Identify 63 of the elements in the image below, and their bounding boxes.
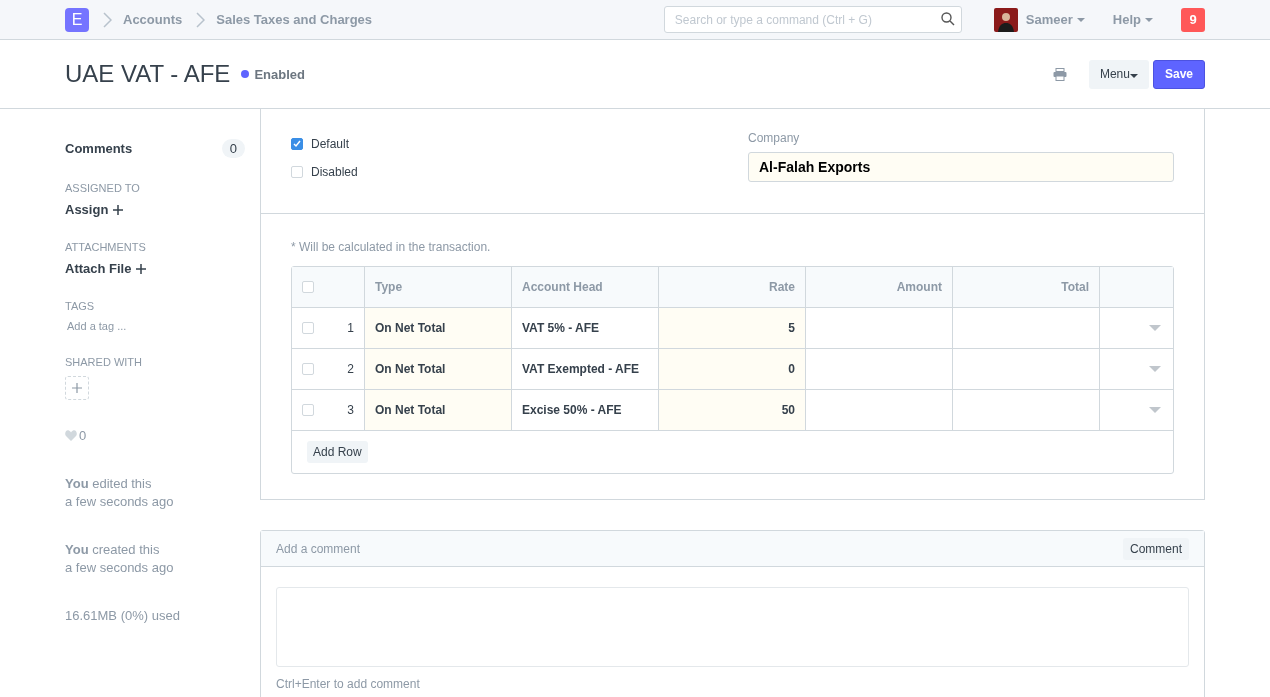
comment-heading: Add a comment [276, 541, 361, 556]
column-header: Amount [806, 267, 953, 307]
plus-icon [113, 204, 124, 215]
checkbox[interactable] [291, 138, 303, 150]
field-label: Company [748, 131, 801, 145]
plus-icon [72, 383, 82, 393]
company-field[interactable]: Al-Falah Exports [748, 152, 1174, 182]
row-index: 3 [347, 403, 354, 417]
section-heading: ATTACHMENTS [65, 241, 146, 253]
select-all-checkbox[interactable] [302, 281, 314, 293]
heart-icon[interactable] [65, 430, 77, 441]
add-row-button[interactable]: Add Row [307, 441, 368, 463]
note-text: * Will be calculated in the transaction. [291, 240, 492, 254]
row-checkbox[interactable] [302, 363, 314, 375]
comment-count: 0 [221, 139, 245, 158]
avatar[interactable] [993, 7, 1018, 32]
row-checkbox[interactable] [302, 322, 314, 334]
add-link[interactable]: Assign [65, 202, 124, 217]
dropdown-caret-icon[interactable] [1149, 407, 1161, 413]
table-cell[interactable]: 0 [659, 349, 806, 389]
row-index: 1 [347, 321, 354, 335]
table-cell[interactable]: 50 [659, 390, 806, 430]
activity-time: a few seconds ago [65, 560, 175, 575]
row-index: 2 [347, 362, 354, 376]
column-header: Total [953, 267, 1100, 307]
checkbox-label: Disabled [311, 165, 358, 179]
status-label: Enabled [254, 66, 305, 82]
table-cell[interactable]: 5 [659, 308, 806, 348]
comment-hint: Ctrl+Enter to add comment [276, 677, 421, 691]
chevron-icon [196, 11, 206, 28]
storage-usage: 16.61MB (0%) used [65, 608, 181, 623]
dropdown-caret-icon[interactable] [1149, 325, 1161, 331]
like-count: 0 [79, 428, 87, 443]
section-heading: SHARED WITH [65, 356, 142, 368]
printer-icon[interactable] [1052, 67, 1067, 81]
menu-button[interactable]: Menu [1088, 59, 1149, 89]
column-header: Type [365, 267, 512, 307]
add-share-button[interactable] [65, 376, 89, 400]
activity-text: You created this [65, 542, 161, 557]
search-icon [940, 12, 955, 26]
column-header: Account Head [512, 267, 659, 307]
activity-time: a few seconds ago [65, 494, 175, 509]
checkbox-label: Default [311, 137, 350, 151]
table-cell[interactable]: On Net Total [365, 349, 512, 389]
table-cell[interactable]: On Net Total [365, 308, 512, 348]
plus-icon [136, 263, 147, 274]
activity-text: You edited this [65, 476, 153, 491]
dropdown-caret-icon[interactable] [1149, 366, 1161, 372]
app-logo[interactable]: E [65, 7, 89, 32]
add-link[interactable]: Attach File [65, 261, 147, 276]
comments-label[interactable]: Comments [65, 141, 133, 156]
table-cell[interactable]: On Net Total [365, 390, 512, 430]
save-button[interactable]: Save [1152, 59, 1205, 89]
status-dot [241, 70, 250, 78]
column-header: Rate [659, 267, 806, 307]
row-checkbox[interactable] [302, 404, 314, 416]
comment-button[interactable]: Comment [1123, 537, 1189, 560]
comment-input[interactable] [276, 587, 1189, 667]
page-title: UAE VAT - AFE [65, 60, 231, 88]
search-field[interactable]: Search or type a command (Ctrl + G) [663, 6, 962, 33]
chevron-icon [103, 11, 112, 28]
section-heading: TAGS [65, 300, 95, 312]
section-heading: ASSIGNED TO [65, 182, 140, 194]
